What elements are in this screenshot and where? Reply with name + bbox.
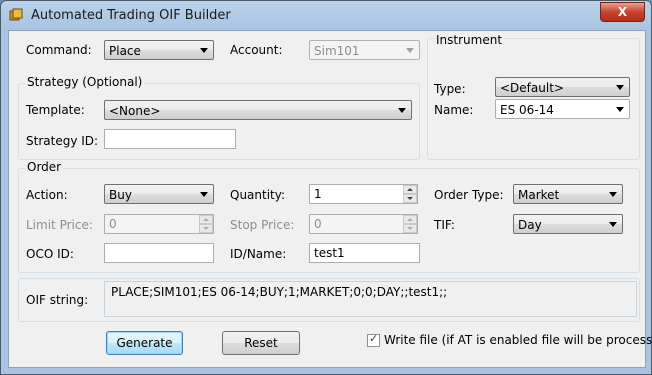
instrument-group-title: Instrument bbox=[434, 33, 505, 47]
chevron-down-icon bbox=[200, 192, 208, 197]
order-type-dropdown[interactable]: Market bbox=[513, 184, 623, 204]
tif-dropdown[interactable]: Day bbox=[513, 214, 623, 234]
action-value: Buy bbox=[109, 188, 132, 202]
checkmark-icon: ✓ bbox=[369, 332, 379, 345]
order-type-label: Order Type: bbox=[434, 188, 504, 202]
id-name-input[interactable]: test1 bbox=[309, 243, 420, 263]
chevron-down-icon bbox=[616, 107, 624, 112]
spin-up-icon[interactable] bbox=[403, 215, 417, 224]
instrument-name-value: ES 06-14 bbox=[500, 103, 554, 117]
oif-string-display[interactable]: PLACE;SIM101;ES 06-14;BUY;1;MARKET;0;0;D… bbox=[104, 281, 637, 317]
command-value: Place bbox=[109, 44, 141, 58]
spin-down-icon[interactable] bbox=[403, 194, 417, 203]
account-value: Sim101 bbox=[314, 44, 360, 58]
stop-price-label: Stop Price: bbox=[230, 218, 295, 232]
chevron-down-icon bbox=[398, 108, 406, 113]
oif-string-value: PLACE;SIM101;ES 06-14;BUY;1;MARKET;0;0;D… bbox=[111, 285, 448, 299]
id-name-value: test1 bbox=[314, 246, 345, 260]
oco-id-input[interactable] bbox=[104, 243, 214, 263]
reset-button[interactable]: Reset bbox=[222, 331, 300, 355]
spin-up-icon[interactable] bbox=[403, 185, 417, 194]
oco-id-label: OCO ID: bbox=[26, 247, 74, 261]
action-dropdown[interactable]: Buy bbox=[104, 184, 214, 204]
tif-value: Day bbox=[518, 218, 542, 232]
instrument-name-dropdown[interactable]: ES 06-14 bbox=[495, 99, 630, 119]
template-value: <None> bbox=[109, 104, 161, 118]
limit-price-spinner bbox=[199, 215, 213, 233]
instrument-type-label: Type: bbox=[434, 82, 466, 96]
close-icon: X bbox=[617, 5, 628, 19]
order-type-value: Market bbox=[518, 188, 560, 202]
instrument-type-value: <Default> bbox=[500, 81, 564, 95]
chevron-down-icon bbox=[200, 48, 208, 53]
oif-string-label: OIF string: bbox=[26, 293, 89, 307]
chevron-down-icon bbox=[609, 192, 617, 197]
limit-price-label: Limit Price: bbox=[26, 218, 93, 232]
write-file-label[interactable]: Write file (if AT is enabled file will b… bbox=[384, 333, 652, 347]
strategy-group-title: Strategy (Optional) bbox=[25, 75, 145, 89]
oif-builder-window: Automated Trading OIF Builder X Command:… bbox=[0, 0, 652, 375]
chevron-down-icon bbox=[609, 222, 617, 227]
tif-label: TIF: bbox=[434, 218, 455, 232]
generate-button[interactable]: Generate bbox=[106, 331, 183, 355]
account-dropdown[interactable]: Sim101 bbox=[309, 40, 420, 60]
close-button[interactable]: X bbox=[600, 2, 645, 22]
stop-price-spinner bbox=[403, 215, 417, 233]
strategy-id-input[interactable] bbox=[104, 129, 236, 149]
window-title: Automated Trading OIF Builder bbox=[31, 8, 231, 23]
strategy-id-label: Strategy ID: bbox=[26, 134, 99, 148]
template-dropdown[interactable]: <None> bbox=[104, 100, 412, 120]
stop-price-value: 0 bbox=[314, 217, 322, 231]
quantity-spinner bbox=[403, 185, 417, 203]
spin-up-icon[interactable] bbox=[199, 215, 213, 224]
action-label: Action: bbox=[26, 188, 68, 202]
instrument-type-dropdown[interactable]: <Default> bbox=[495, 77, 630, 97]
spin-down-icon[interactable] bbox=[403, 224, 417, 233]
app-icon bbox=[9, 8, 23, 21]
id-name-label: ID/Name: bbox=[230, 247, 287, 261]
limit-price-value: 0 bbox=[109, 217, 117, 231]
template-label: Template: bbox=[26, 103, 85, 117]
account-label: Account: bbox=[230, 43, 283, 57]
instrument-name-label: Name: bbox=[434, 103, 474, 117]
command-label: Command: bbox=[26, 43, 92, 57]
client-area: Command: Place Account: Sim101 Instrumen… bbox=[8, 30, 652, 368]
chevron-down-icon bbox=[406, 48, 414, 53]
title-bar[interactable]: Automated Trading OIF Builder X bbox=[1, 1, 651, 31]
stop-price-stepper[interactable]: 0 bbox=[309, 214, 418, 234]
order-group-title: Order bbox=[25, 160, 64, 174]
quantity-stepper[interactable]: 1 bbox=[309, 184, 418, 204]
quantity-value: 1 bbox=[314, 187, 322, 201]
command-dropdown[interactable]: Place bbox=[104, 40, 214, 60]
quantity-label: Quantity: bbox=[230, 188, 286, 202]
spin-down-icon[interactable] bbox=[199, 224, 213, 233]
limit-price-stepper[interactable]: 0 bbox=[104, 214, 214, 234]
write-file-checkbox[interactable]: ✓ bbox=[367, 332, 380, 347]
chevron-down-icon bbox=[616, 85, 624, 90]
